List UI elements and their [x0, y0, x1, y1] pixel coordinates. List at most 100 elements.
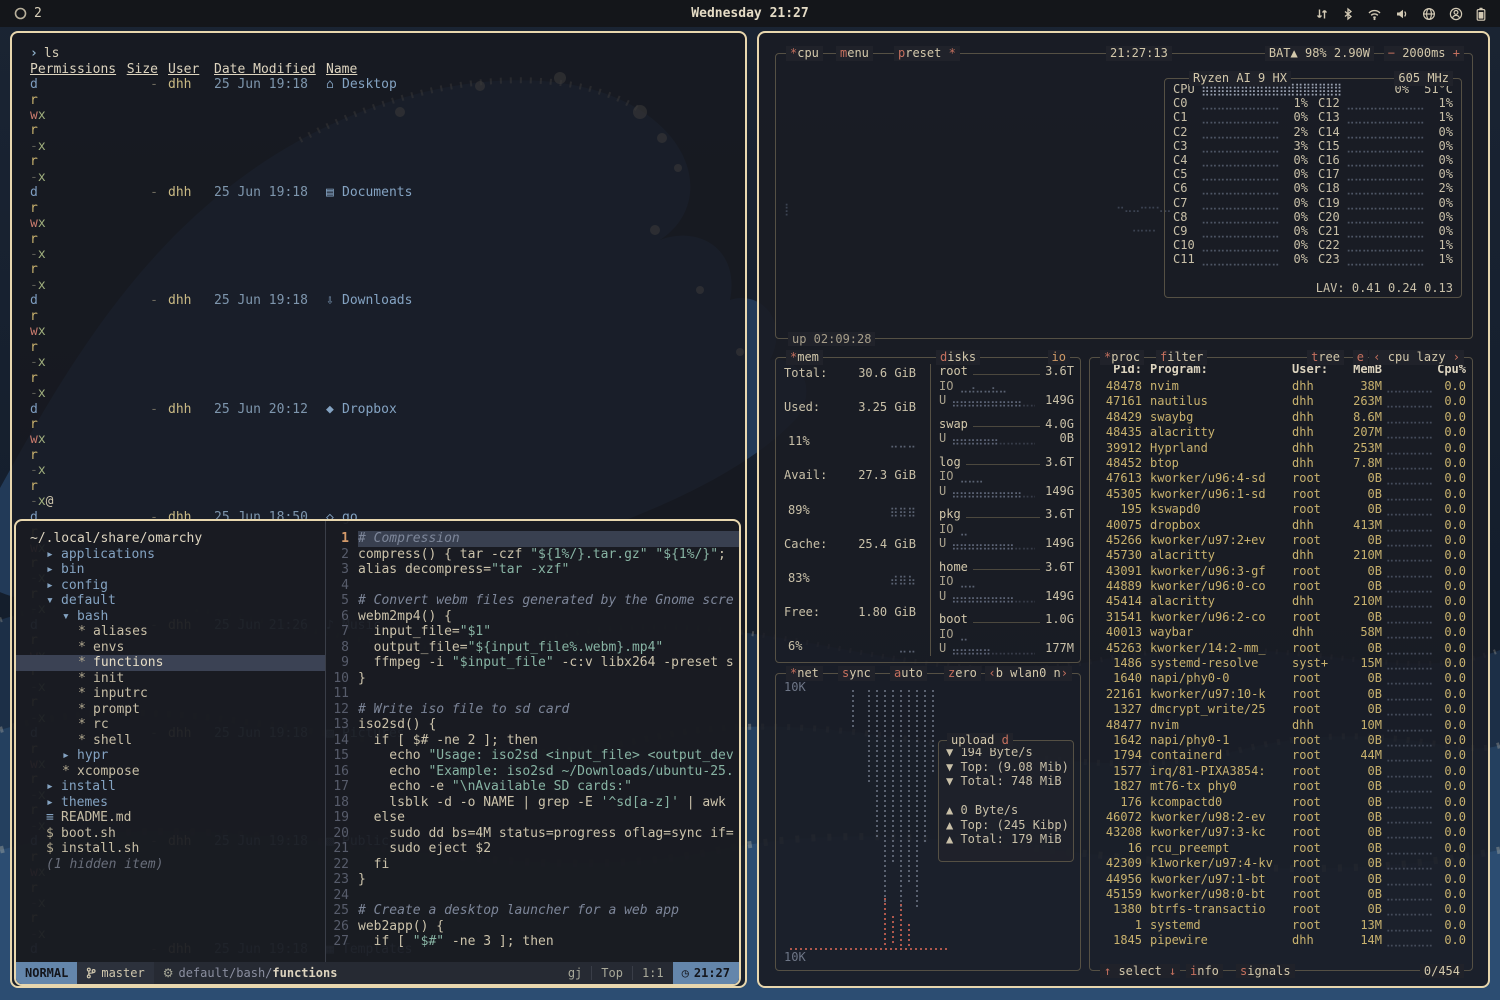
tree-item-boot-sh[interactable]: $boot.sh	[16, 826, 325, 842]
process-box: Pid: Program: User: MemB Cpu% 48478nvimd…	[1089, 357, 1473, 971]
bluetooth-icon[interactable]	[1342, 7, 1354, 21]
process-row[interactable]: 46072kworker/u98:2-evroot0B⣀⣀⣀⣀⣀⣀0.0	[1096, 810, 1466, 825]
process-row[interactable]: 43091kworker/u96:3-gfroot0B⣀⣀⣀⣀⣀⣀0.0	[1096, 564, 1466, 579]
network-icon[interactable]	[1422, 7, 1436, 21]
file-name[interactable]: ⇩Downloads	[326, 293, 717, 401]
tab-sync[interactable]: sync	[838, 666, 875, 681]
tree-item-init[interactable]: *init	[16, 671, 325, 687]
tree-item-install[interactable]: ▸install	[16, 779, 325, 795]
tab-filter[interactable]: filter	[1156, 350, 1207, 365]
process-row[interactable]: 1827mt76-tx phy0root0B⣀⣀⣀⣀⣀⣀0.0	[1096, 779, 1466, 794]
battery-icon[interactable]	[1476, 7, 1486, 21]
net-stats-title[interactable]: upload d	[947, 733, 1013, 748]
tree-item-xcompose[interactable]: *xcompose	[16, 764, 325, 780]
process-row[interactable]: 1486systemd-resolvesyst+15M⣀⣀⣀⣀⣀⣀0.0	[1096, 656, 1466, 671]
workspace-indicator[interactable]: 2	[14, 6, 42, 21]
tab-proc[interactable]: *proc	[1100, 350, 1144, 365]
process-row[interactable]: 1327dmcrypt_write/25root0B⣀⣀⣀⣀⣀⣀0.0	[1096, 702, 1466, 717]
tree-item-config[interactable]: ▸config	[16, 578, 325, 594]
tree-item-applications[interactable]: ▸applications	[16, 547, 325, 563]
process-row[interactable]: 1642napi/phy0-1root0B⣀⣀⣀⣀⣀⣀0.0	[1096, 733, 1466, 748]
process-table[interactable]: 48478nvimdhh38M⣀⣀⣀⣀⣀⣀0.047161nautilusdhh…	[1096, 379, 1466, 966]
process-row[interactable]: 1577irq/81-PIXA3854:root0B⣀⣀⣀⣀⣀⣀0.0	[1096, 764, 1466, 779]
tree-item--local-share-omarchy[interactable]: ~/.local/share/omarchy	[16, 531, 325, 547]
process-row[interactable]: 48435alacrittydhh207M⣀⣀⣀⣀⣀⣀0.0	[1096, 425, 1466, 440]
wifi-icon[interactable]	[1367, 7, 1382, 21]
tab-zero[interactable]: zero	[944, 666, 981, 681]
process-row[interactable]: 16rcu_preemptroot0B⣀⣀⣀⣀⣀⣀0.0	[1096, 841, 1466, 856]
tab-mem[interactable]: *mem	[786, 350, 823, 365]
tree-item-shell[interactable]: *shell	[16, 733, 325, 749]
sort-selector[interactable]: ‹ cpu lazy ›	[1369, 350, 1464, 365]
neovim-window[interactable]: ~/.local/share/omarchy▸applications▸bin▸…	[14, 519, 741, 986]
file-name[interactable]: ▤Documents	[326, 185, 717, 293]
tab-preset[interactable]: preset *	[894, 46, 960, 61]
process-row[interactable]: 22161kworker/u97:10-kroot0B⣀⣀⣀⣀⣀⣀0.0	[1096, 687, 1466, 702]
option-e[interactable]: e	[1353, 350, 1368, 365]
process-row[interactable]: 31541kworker/u96:2-coroot0B⣀⣀⣀⣀⣀⣀0.0	[1096, 610, 1466, 625]
process-row[interactable]: 1systemdroot13M⣀⣀⣀⣀⣀⣀0.0	[1096, 918, 1466, 933]
btop-window[interactable]: ⠒⠤⠤⠒⠒⠢⠤ ⢀⣀⣀⡀ ⡇ Ryzen AI 9 HX 605 MHz CPU…	[757, 31, 1490, 988]
tree-item-prompt[interactable]: *prompt	[16, 702, 325, 718]
tree-item-themes[interactable]: ▸themes	[16, 795, 325, 811]
process-row[interactable]: 45414alacrittydhh210M⣀⣀⣀⣀⣀⣀0.0	[1096, 594, 1466, 609]
process-row[interactable]: 39912Hyprlanddhh253M⣀⣀⣀⣀⣀⣀0.0	[1096, 441, 1466, 456]
tab-auto[interactable]: auto	[890, 666, 927, 681]
process-row[interactable]: 44956kworker/u97:1-btroot0B⣀⣀⣀⣀⣀⣀0.0	[1096, 872, 1466, 887]
tab-menu[interactable]: menu	[836, 46, 873, 61]
tree-item-default[interactable]: ▾default	[16, 593, 325, 609]
process-row[interactable]: 45263kworker/14:2-mm_root0B⣀⣀⣀⣀⣀⣀0.0	[1096, 641, 1466, 656]
tree-item-functions[interactable]: *functions	[16, 655, 325, 671]
process-row[interactable]: 48452btopdhh7.8M⣀⣀⣀⣀⣀⣀0.0	[1096, 456, 1466, 471]
file-tree-panel[interactable]: ~/.local/share/omarchy▸applications▸bin▸…	[16, 521, 326, 962]
process-row[interactable]: 45266kworker/u97:2+evroot0B⣀⣀⣀⣀⣀⣀0.0	[1096, 533, 1466, 548]
option-tree[interactable]: tree	[1307, 350, 1344, 365]
process-row[interactable]: 1380btrfs-transactioroot0B⣀⣀⣀⣀⣀⣀0.0	[1096, 902, 1466, 917]
process-row[interactable]: 1845pipewiredhh14M⣀⣀⣀⣀⣀⣀0.0	[1096, 933, 1466, 948]
line-number: 22	[326, 857, 358, 873]
process-row[interactable]: 48429swaybgdhh8.6M⣀⣀⣀⣀⣀⣀0.0	[1096, 410, 1466, 425]
footer-info[interactable]: info	[1186, 964, 1223, 979]
account-icon[interactable]	[1449, 7, 1463, 21]
editor-panel[interactable]: 1# Compression2compress() { tar -czf "${…	[326, 521, 739, 962]
tree-item-envs[interactable]: *envs	[16, 640, 325, 656]
process-row[interactable]: 40013waybardhh58M⣀⣀⣀⣀⣀⣀0.0	[1096, 625, 1466, 640]
tree-item-readme-md[interactable]: ≡README.md	[16, 810, 325, 826]
tab-net[interactable]: *net	[786, 666, 823, 681]
sync-icon[interactable]	[1315, 7, 1329, 21]
volume-icon[interactable]	[1395, 7, 1409, 21]
tab-disks[interactable]: disks	[936, 350, 980, 365]
process-row[interactable]: 1640napi/phy0-0root0B⣀⣀⣀⣀⣀⣀0.0	[1096, 671, 1466, 686]
tab-io[interactable]: io	[1048, 350, 1070, 365]
process-row[interactable]: 195kswapd0root0B⣀⣀⣀⣀⣀⣀0.0	[1096, 502, 1466, 517]
process-row[interactable]: 47161nautilusdhh263M⣀⣀⣀⣀⣀⣀0.0	[1096, 394, 1466, 409]
process-row[interactable]: 1794containerdroot44M⣀⣀⣀⣀⣀⣀0.0	[1096, 748, 1466, 763]
file-name[interactable]: ◆Dropbox	[326, 402, 717, 510]
process-row[interactable]: 44889kworker/u96:0-coroot0B⣀⣀⣀⣀⣀⣀0.0	[1096, 579, 1466, 594]
process-row[interactable]: 48477nvimdhh10M⣀⣀⣀⣀⣀⣀0.0	[1096, 718, 1466, 733]
tree-item-aliases[interactable]: *aliases	[16, 624, 325, 640]
tree-item-install-sh[interactable]: $install.sh	[16, 841, 325, 857]
process-row[interactable]: 45730alacrittydhh210M⣀⣀⣀⣀⣀⣀0.0	[1096, 548, 1466, 563]
tree-item-bin[interactable]: ▸bin	[16, 562, 325, 578]
net-interface[interactable]: ‹b wlan0 n›	[985, 666, 1073, 681]
tree-item-rc[interactable]: *rc	[16, 717, 325, 733]
footer-signals[interactable]: signals	[1236, 964, 1295, 979]
process-row[interactable]: 45305kworker/u96:1-sdroot0B⣀⣀⣀⣀⣀⣀0.0	[1096, 487, 1466, 502]
process-row[interactable]: 176kcompactd0root0B⣀⣀⣀⣀⣀⣀0.0	[1096, 795, 1466, 810]
tab-cpu[interactable]: *cpu	[786, 46, 823, 61]
tree-item-hypr[interactable]: ▸hypr	[16, 748, 325, 764]
update-interval[interactable]: − 2000ms +	[1384, 46, 1464, 61]
tree-item--1-hidden-item-[interactable]: (1 hidden item)	[16, 857, 325, 873]
process-row[interactable]: 48478nvimdhh38M⣀⣀⣀⣀⣀⣀0.0	[1096, 379, 1466, 394]
process-row[interactable]: 40075dropboxdhh413M⣀⣀⣀⣀⣀⣀0.0	[1096, 518, 1466, 533]
tree-item-bash[interactable]: ▾bash	[16, 609, 325, 625]
footer-select[interactable]: ↑ select ↓	[1100, 964, 1180, 979]
process-row[interactable]: 43208kworker/u97:3-kcroot0B⣀⣀⣀⣀⣀⣀0.0	[1096, 825, 1466, 840]
file-name[interactable]: ⌂Desktop	[326, 77, 717, 185]
process-row[interactable]: 45159kworker/u98:0-btroot0B⣀⣀⣀⣀⣀⣀0.0	[1096, 887, 1466, 902]
process-row[interactable]: 42309k1worker/u97:4-kvroot0B⣀⣀⣀⣀⣀⣀0.0	[1096, 856, 1466, 871]
line-number: 27	[326, 934, 358, 950]
tree-item-inputrc[interactable]: *inputrc	[16, 686, 325, 702]
process-row[interactable]: 47613kworker/u96:4-sdroot0B⣀⣀⣀⣀⣀⣀0.0	[1096, 471, 1466, 486]
